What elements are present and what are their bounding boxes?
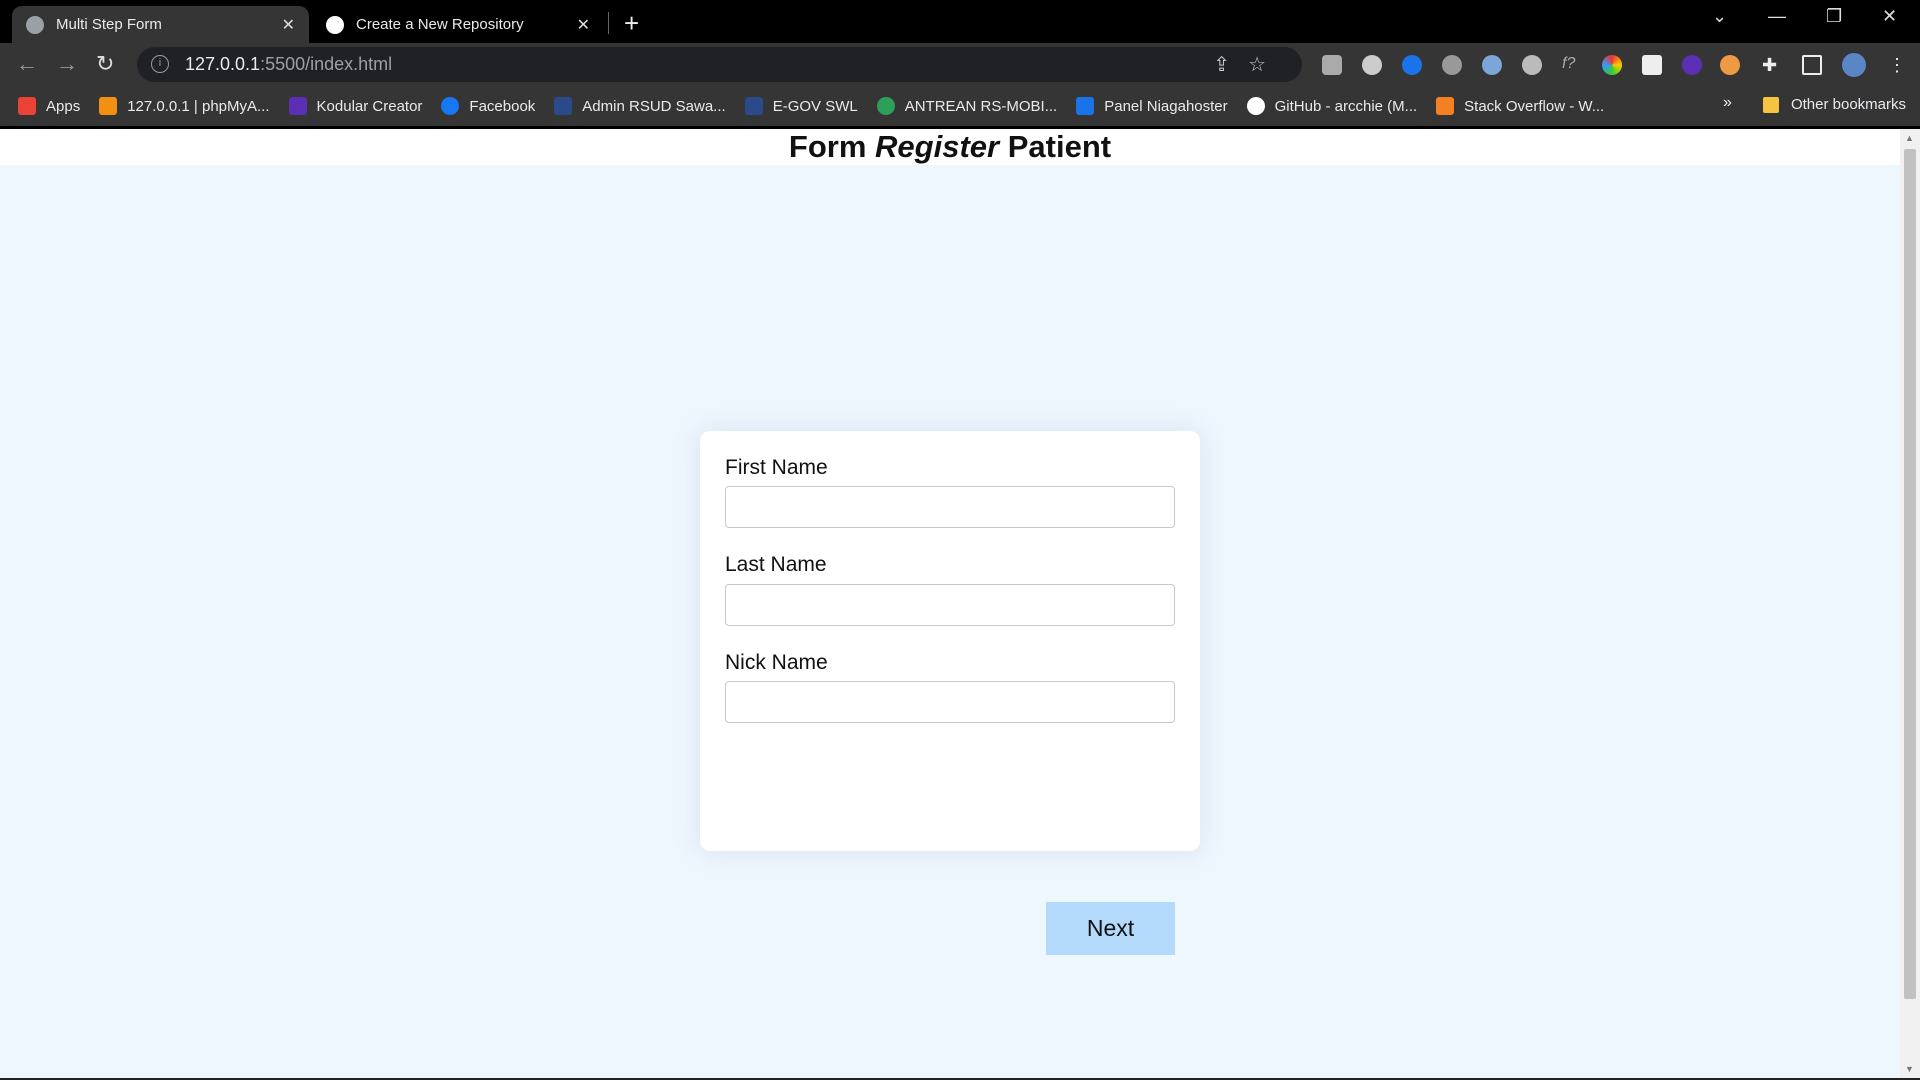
calendar-extension-icon[interactable]: [1642, 55, 1662, 75]
check-extension-icon[interactable]: [1402, 55, 1422, 75]
title-emphasis: Register: [875, 129, 1000, 164]
scroll-up-icon[interactable]: ▲: [1905, 133, 1914, 143]
function-extension-icon[interactable]: f?: [1562, 55, 1582, 75]
first-name-label: First Name: [725, 456, 828, 479]
bookmark-egov[interactable]: E-GOV SWL: [744, 97, 858, 115]
facebook-icon: [441, 97, 460, 115]
tab-strip: Multi Step Form ✕ Create a New Repositor…: [0, 0, 1920, 43]
purple-extension-icon[interactable]: [1682, 55, 1702, 75]
gear-extension-icon[interactable]: [1522, 55, 1542, 75]
forward-button[interactable]: →: [56, 51, 78, 77]
bookmark-label: Panel Niagahoster: [1104, 97, 1228, 115]
bookmark-label: GitHub - arcchie (M...: [1274, 97, 1418, 115]
last-name-input[interactable]: [725, 584, 1175, 626]
bookmark-label: Apps: [46, 97, 81, 115]
bookmark-label: E-GOV SWL: [772, 97, 858, 115]
title-text: Patient: [1007, 129, 1112, 164]
other-bookmarks-label: Other bookmarks: [1790, 96, 1906, 113]
restore-button[interactable]: ❐: [1826, 6, 1842, 27]
reload-button[interactable]: ↻: [96, 51, 114, 77]
scroll-down-icon[interactable]: ▼: [1905, 1064, 1914, 1074]
tab-search-icon[interactable]: ⌄: [1712, 6, 1727, 27]
globe-icon: [26, 15, 44, 34]
nick-name-label: Nick Name: [725, 651, 828, 674]
next-button[interactable]: Next: [1046, 902, 1175, 955]
github-icon: [1246, 97, 1265, 115]
folder-icon: [1762, 96, 1779, 113]
profile-avatar[interactable]: [1842, 53, 1866, 77]
ip-extension-icon[interactable]: [1362, 55, 1382, 75]
bookmark-apps[interactable]: Apps: [18, 97, 80, 115]
tab-multi-step-form[interactable]: Multi Step Form ✕: [12, 6, 309, 43]
address-bar[interactable]: i 127.0.0.1:5500/index.html ⇪☆: [137, 47, 1302, 82]
close-tab-icon[interactable]: ✕: [282, 15, 295, 35]
side-panel-icon[interactable]: [1802, 55, 1822, 75]
tab-title: Create a New Repository: [356, 16, 524, 33]
niagahoster-icon: [1076, 97, 1095, 115]
extension-badge-icon[interactable]: [1442, 55, 1462, 75]
ring-extension-icon[interactable]: [1482, 55, 1502, 75]
bookmark-label: 127.0.0.1 | phpMyA...: [127, 97, 270, 115]
url-host: 127.0.0.1: [185, 54, 261, 74]
github-icon: [326, 15, 344, 34]
bookmark-label: Facebook: [469, 97, 536, 115]
camera-extension-icon[interactable]: [1322, 55, 1342, 75]
last-name-label: Last Name: [725, 553, 827, 576]
info-icon[interactable]: i: [151, 55, 169, 73]
bookmark-antrean[interactable]: ANTREAN RS-MOBI...: [876, 97, 1058, 115]
bookmark-label: Admin RSUD Sawa...: [582, 97, 726, 115]
bookmark-kodular[interactable]: Kodular Creator: [288, 97, 423, 115]
nick-name-input[interactable]: [725, 681, 1175, 723]
bookmark-admin-rsud[interactable]: Admin RSUD Sawa...: [554, 97, 726, 115]
first-name-input[interactable]: [725, 486, 1175, 528]
title-text: Form: [788, 129, 867, 164]
bookmark-github[interactable]: GitHub - arcchie (M...: [1246, 97, 1418, 115]
browser-toolbar: ← → ↻ i 127.0.0.1:5500/index.html ⇪☆ f? …: [0, 43, 1920, 86]
page-content: Form Register Patient First Name Last Na…: [0, 129, 1900, 1078]
tab-create-repository[interactable]: Create a New Repository ✕: [312, 6, 604, 43]
bookmarks-bar: Apps 127.0.0.1 | phpMyA... Kodular Creat…: [0, 86, 1920, 126]
bookmark-label: Kodular Creator: [316, 97, 423, 115]
shield-icon: [554, 97, 573, 115]
url-path: :5500/index.html: [260, 54, 393, 74]
hospital-icon: [876, 97, 895, 115]
bookmark-niagahoster[interactable]: Panel Niagahoster: [1076, 97, 1228, 115]
shield-icon: [744, 97, 763, 115]
register-form-card: First Name Last Name Nick Name Next: [700, 431, 1200, 955]
new-tab-button[interactable]: +: [624, 8, 639, 39]
kodular-icon: [288, 97, 307, 115]
stackoverflow-icon: [1436, 97, 1455, 115]
bookmark-label: ANTREAN RS-MOBI...: [904, 97, 1058, 115]
more-bookmarks-button[interactable]: »: [1723, 94, 1732, 112]
vertical-scrollbar[interactable]: ▲ ▼: [1900, 129, 1920, 1078]
page-title: Form Register Patient: [0, 129, 1900, 165]
color-extension-icon[interactable]: [1602, 55, 1622, 75]
scrollbar-thumb[interactable]: [1904, 149, 1916, 999]
minimize-button[interactable]: —: [1768, 6, 1786, 27]
bookmark-label: Stack Overflow - W...: [1464, 97, 1605, 115]
phpmyadmin-icon: [99, 97, 118, 115]
apps-grid-icon: [18, 97, 36, 115]
new-extension-icon[interactable]: [1720, 55, 1740, 75]
menu-kebab-icon[interactable]: ⋮: [1888, 55, 1908, 75]
other-bookmarks[interactable]: Other bookmarks: [1762, 96, 1906, 113]
back-button[interactable]: ←: [16, 51, 38, 77]
bookmark-stackoverflow[interactable]: Stack Overflow - W...: [1436, 97, 1604, 115]
bookmark-star-icon[interactable]: ☆: [1248, 54, 1284, 76]
extensions-puzzle-icon[interactable]: ✚: [1762, 55, 1782, 75]
share-icon[interactable]: ⇪: [1213, 54, 1248, 76]
close-tab-icon[interactable]: ✕: [577, 15, 590, 35]
close-window-button[interactable]: ✕: [1882, 6, 1897, 27]
bookmark-phpmyadmin[interactable]: 127.0.0.1 | phpMyA...: [99, 97, 270, 115]
tab-title: Multi Step Form: [56, 16, 162, 33]
bookmark-facebook[interactable]: Facebook: [441, 97, 535, 115]
tab-separator: [608, 12, 609, 34]
